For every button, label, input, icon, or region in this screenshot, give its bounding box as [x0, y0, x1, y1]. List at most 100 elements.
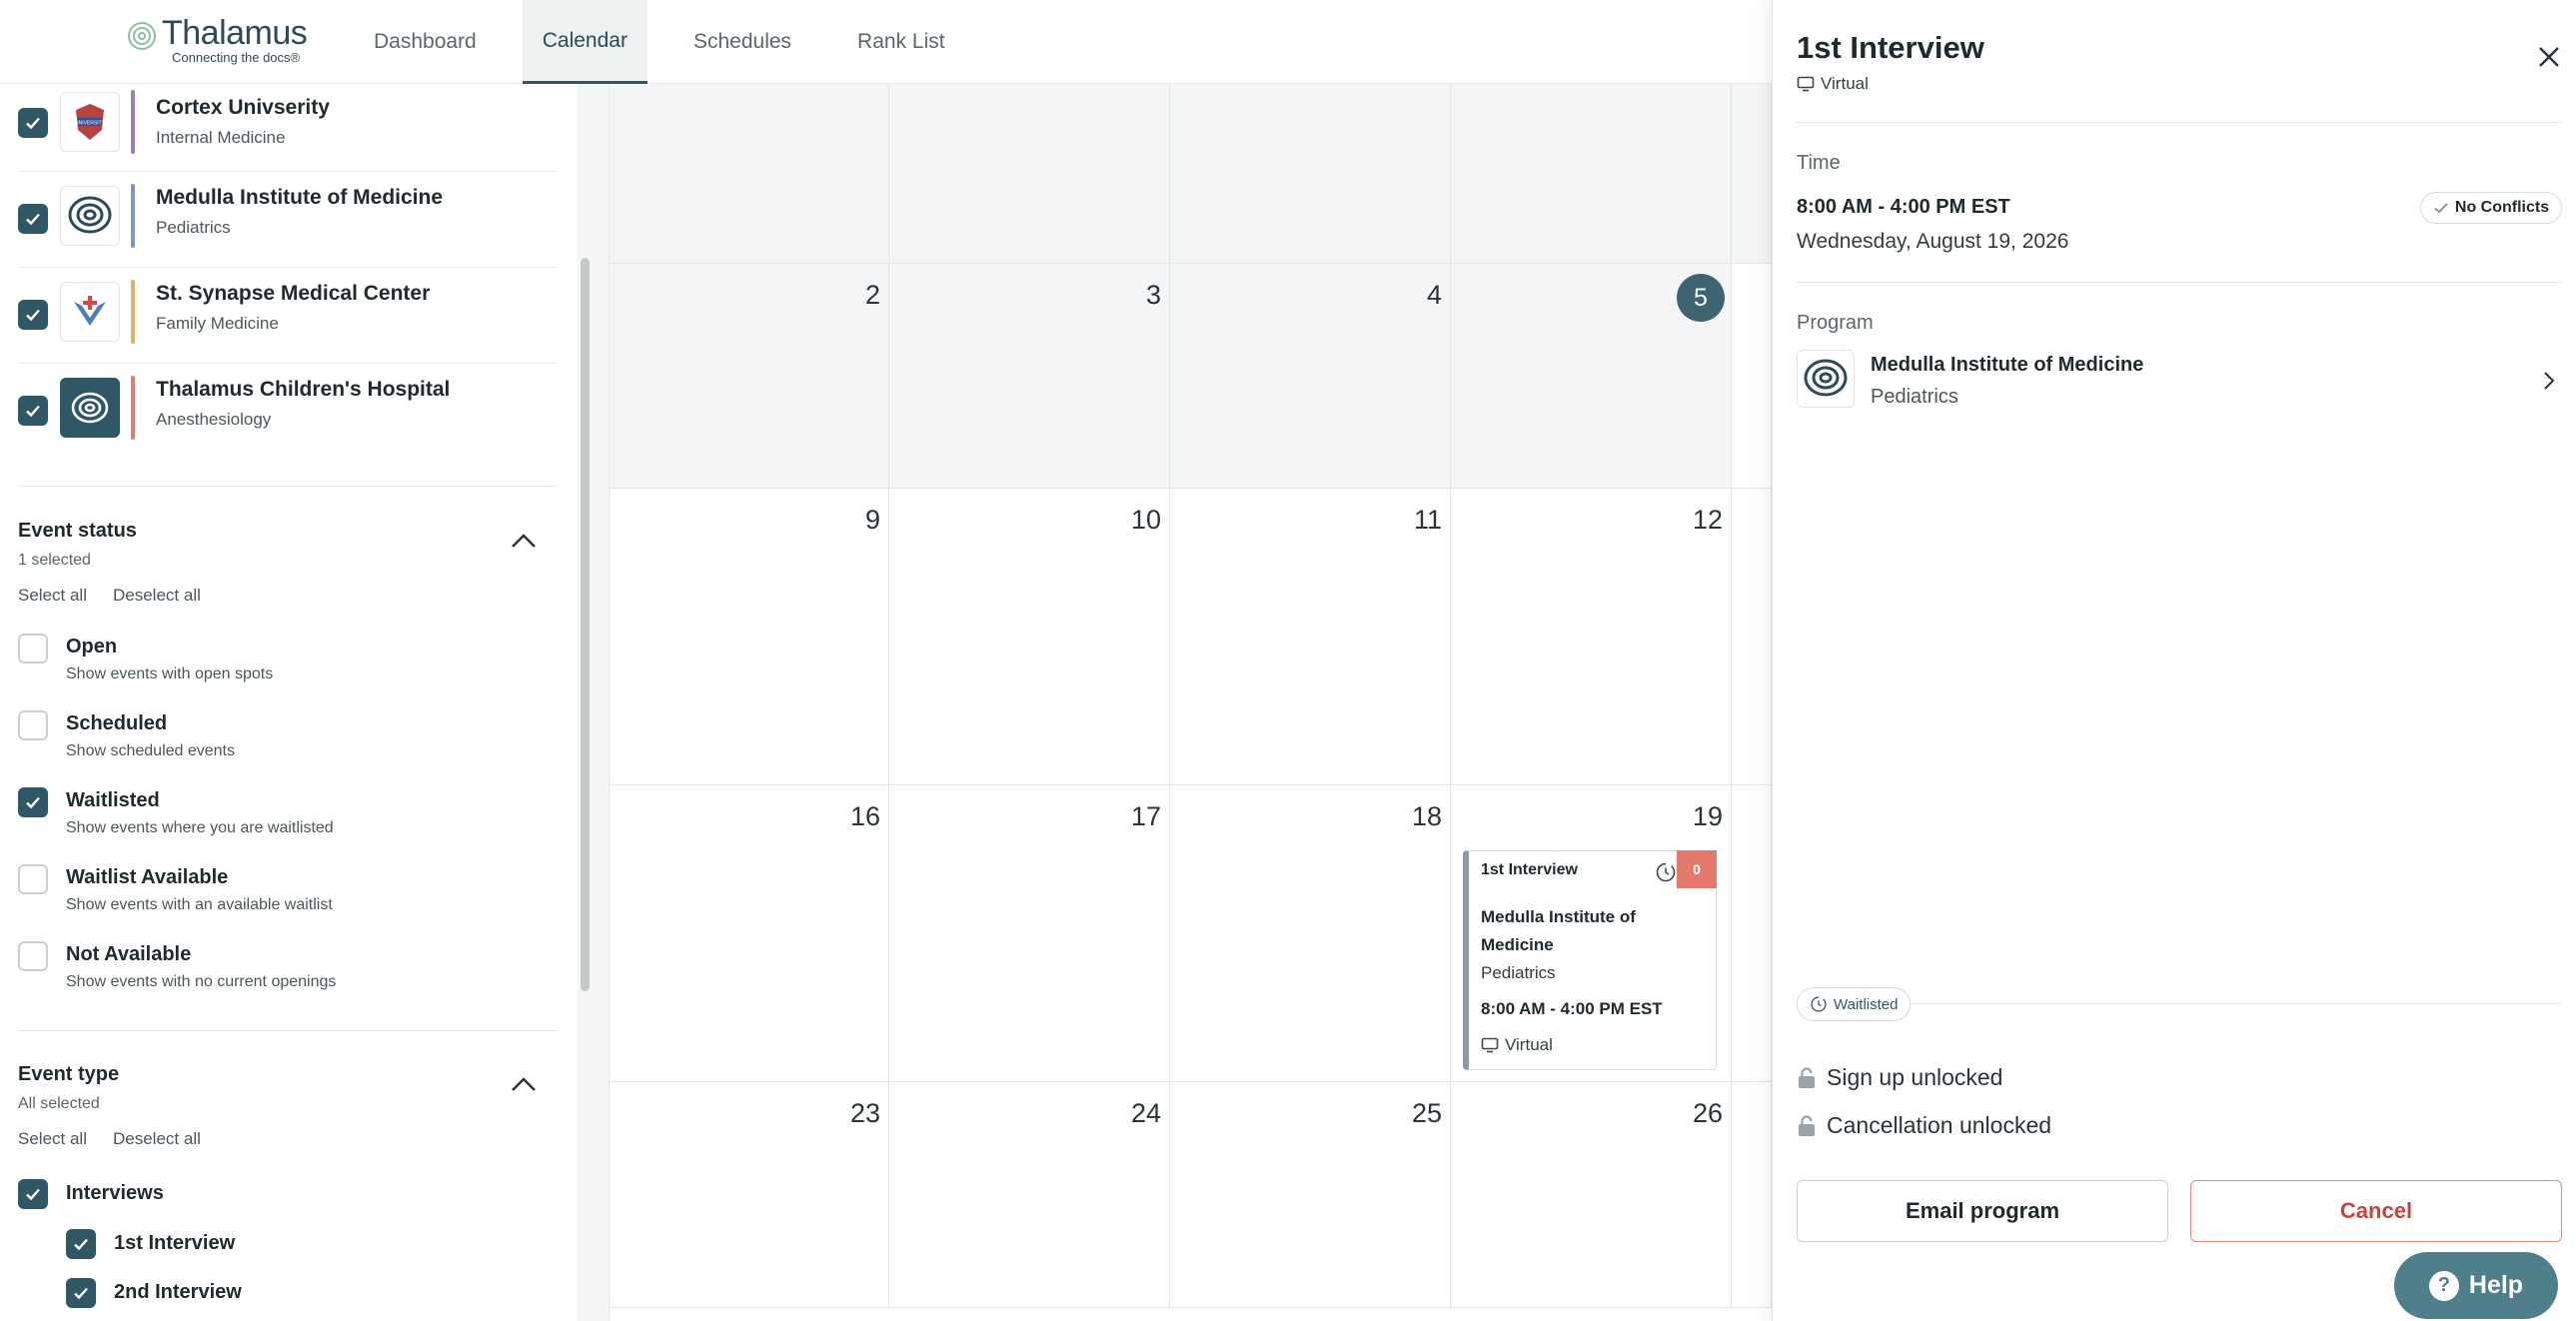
cancellation-lock-status: Cancellation unlocked	[1797, 1112, 2051, 1139]
event-status-deselect-all[interactable]: Deselect all	[113, 586, 201, 606]
calendar-day[interactable]: 2	[610, 264, 889, 489]
calendar-day[interactable]	[1732, 84, 1772, 264]
status-option-open[interactable]: Open Show events with open spots	[18, 634, 558, 693]
program-row[interactable]: Thalamus Children's Hospital Anesthesiol…	[18, 364, 558, 460]
status-option-not-available[interactable]: Not Available Show events with no curren…	[18, 941, 558, 1001]
calendar-day[interactable]	[1170, 84, 1451, 264]
calendar-day[interactable]: 24	[889, 1082, 1170, 1308]
event-type-checkbox[interactable]	[18, 1179, 48, 1209]
panel-program-name[interactable]: Medulla Institute of Medicine	[1871, 354, 2143, 377]
sidebar-scrollbar-thumb[interactable]	[581, 258, 590, 991]
program-row[interactable]: Medulla Institute of Medicine Pediatrics	[18, 172, 558, 268]
event-type-checkbox[interactable]	[66, 1278, 96, 1308]
day-number: 17	[1130, 801, 1161, 831]
calendar-day[interactable]: 23	[610, 1082, 889, 1308]
status-option-waitlisted[interactable]: Waitlisted Show events where you are wai…	[18, 787, 558, 847]
chevron-up-icon[interactable]	[510, 1075, 538, 1093]
divider	[1797, 1003, 2561, 1004]
program-row[interactable]: UNIVERSITY Cortex Univserity Internal Me…	[18, 84, 558, 172]
waitlisted-status-badge: Waitlisted	[1797, 987, 1912, 1021]
event-type-deselect-all[interactable]: Deselect all	[113, 1129, 201, 1149]
calendar-day[interactable]: 18	[1170, 785, 1451, 1082]
event-type-select-all[interactable]: Select all	[18, 1129, 87, 1149]
calendar-day[interactable]: 25	[1170, 1082, 1451, 1308]
check-icon	[74, 1287, 88, 1300]
medulla-institute-logo	[60, 186, 120, 246]
calendar-day[interactable]: 10	[889, 489, 1170, 785]
tab-schedules[interactable]: Schedules	[673, 0, 811, 84]
waitlist-clock-icon	[1811, 996, 1827, 1012]
status-label: Waitlisted	[66, 789, 160, 811]
tab-dashboard[interactable]: Dashboard	[354, 0, 497, 84]
calendar-day[interactable]: 5	[1451, 264, 1732, 489]
tab-calendar[interactable]: Calendar	[522, 0, 647, 84]
tab-rank-list[interactable]: Rank List	[837, 0, 965, 84]
program-checkbox[interactable]	[18, 108, 48, 138]
calendar-day[interactable]	[610, 84, 889, 264]
program-checkbox[interactable]	[18, 396, 48, 426]
email-program-button[interactable]: Email program	[1797, 1180, 2168, 1242]
calendar-day[interactable]	[1732, 785, 1772, 1082]
calendar-day[interactable]	[889, 84, 1170, 264]
chevron-up-icon[interactable]	[510, 532, 538, 550]
event-program-name: Medulla Institute of Medicine	[1481, 907, 1636, 954]
event-count-badge: 0	[1677, 850, 1717, 888]
program-name: Medulla Institute of Medicine	[156, 186, 444, 209]
status-label: Open	[66, 636, 118, 658]
event-type-interviews[interactable]: Interviews	[18, 1179, 418, 1211]
event-status-summary: 1 selected	[18, 552, 91, 569]
calendar-day[interactable]: 3	[889, 264, 1170, 489]
cancel-button[interactable]: Cancel	[2190, 1180, 2562, 1242]
divider	[1797, 282, 2561, 283]
event-type-2nd-interview[interactable]: 2nd Interview	[66, 1278, 466, 1310]
calendar-day[interactable]: 11	[1170, 489, 1451, 785]
event-type-1st-interview[interactable]: 1st Interview	[66, 1229, 466, 1261]
status-checkbox[interactable]	[18, 634, 48, 663]
calendar-day[interactable]	[1732, 264, 1772, 489]
today-marker: 5	[1677, 274, 1725, 322]
monitor-icon	[1797, 76, 1815, 92]
event-type-checkbox[interactable]	[66, 1229, 96, 1259]
program-checkbox[interactable]	[18, 204, 48, 234]
program-row[interactable]: St. Synapse Medical Center Family Medici…	[18, 268, 558, 364]
calendar-day[interactable]: 9	[610, 489, 889, 785]
status-checkbox[interactable]	[18, 787, 48, 817]
brain-logo-icon	[128, 22, 156, 50]
program-checkbox[interactable]	[18, 300, 48, 330]
event-type-title: Event type	[18, 1063, 120, 1085]
status-option-waitlist-available[interactable]: Waitlist Available Show events with an a…	[18, 864, 558, 924]
close-icon[interactable]	[2536, 44, 2562, 70]
calendar-day[interactable]	[1732, 489, 1772, 785]
calendar-day[interactable]	[1451, 84, 1732, 264]
program-name: St. Synapse Medical Center	[156, 282, 431, 305]
calendar-day[interactable]: 17	[889, 785, 1170, 1082]
brand-tagline: Connecting the docs®	[172, 50, 301, 65]
help-button[interactable]: ? Help	[2394, 1252, 2558, 1319]
event-type-label: 1st Interview	[114, 1232, 236, 1254]
check-icon	[26, 117, 40, 130]
calendar-day[interactable]	[1732, 1082, 1772, 1308]
status-checkbox[interactable]	[18, 864, 48, 894]
check-icon	[26, 405, 40, 418]
program-specialty: Internal Medicine	[156, 128, 286, 147]
calendar-day[interactable]: 26	[1451, 1082, 1732, 1308]
calendar-day[interactable]: 16	[610, 785, 889, 1082]
chevron-right-icon[interactable]	[2542, 370, 2556, 392]
status-checkbox[interactable]	[18, 941, 48, 971]
event-status-select-all[interactable]: Select all	[18, 586, 87, 606]
calendar-day[interactable]: 12	[1451, 489, 1732, 785]
calendar-event-card[interactable]: 1st Interview 0 Medulla Institute of Med…	[1463, 850, 1717, 1070]
event-type-label: 2nd Interview	[114, 1281, 242, 1303]
event-mode: Virtual	[1481, 1035, 1553, 1055]
day-number: 23	[849, 1098, 880, 1128]
calendar-day[interactable]: 4	[1170, 264, 1451, 489]
divider	[1797, 122, 2561, 123]
thalamus-logo[interactable]: Thalamus Connecting the docs®	[122, 14, 322, 70]
check-icon	[26, 796, 40, 809]
event-type-label: Interviews	[66, 1182, 164, 1204]
event-mode-label: Virtual	[1505, 1035, 1553, 1054]
status-desc: Show events with an available waitlist	[66, 896, 333, 913]
status-checkbox[interactable]	[18, 710, 48, 740]
status-option-scheduled[interactable]: Scheduled Show scheduled events	[18, 710, 558, 770]
day-number: 26	[1692, 1098, 1723, 1128]
